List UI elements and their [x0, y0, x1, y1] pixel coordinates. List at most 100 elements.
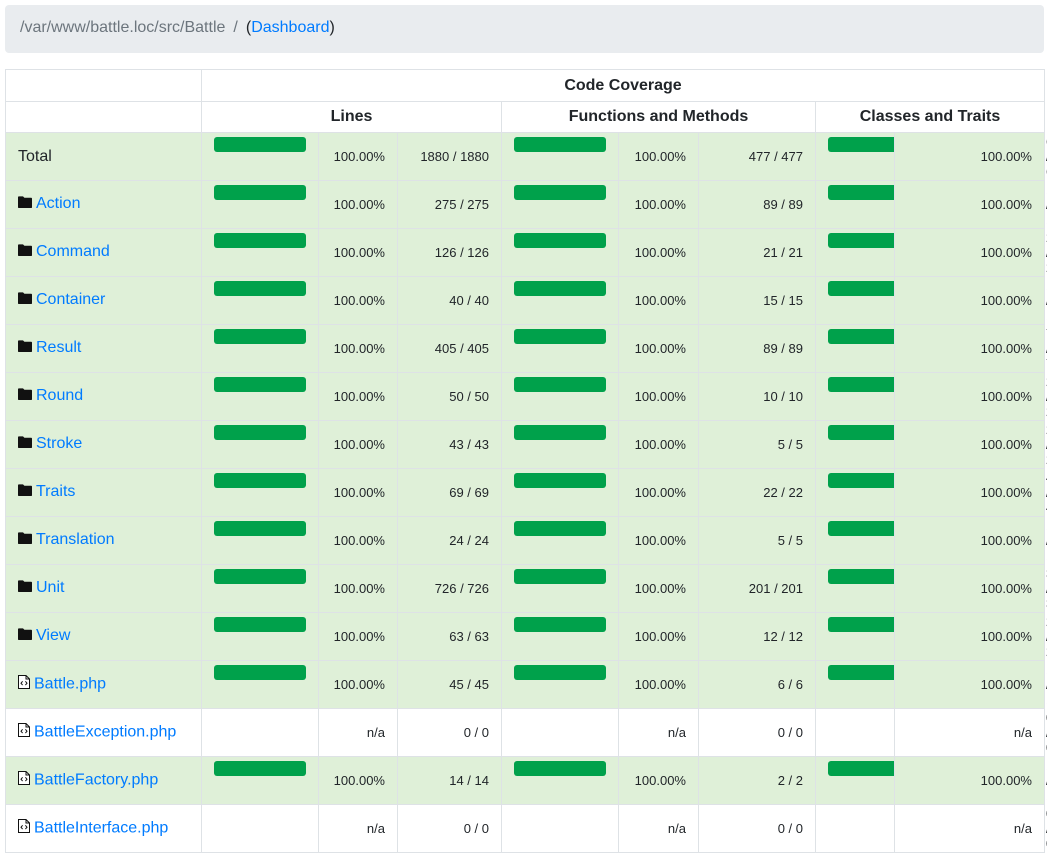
lines-count: 726 / 726 [397, 564, 502, 613]
row-name-cell: Round [5, 372, 202, 421]
lines-count: 0 / 0 [397, 804, 502, 853]
directory-link[interactable]: Container [36, 292, 105, 309]
lines-progress-bar [214, 377, 306, 392]
folder-icon [18, 387, 32, 405]
classes-percent: 100.00% [894, 372, 1045, 421]
lines-progress-bar [214, 473, 306, 488]
classes-percent: 100.00% [894, 516, 1045, 565]
lines-percent: n/a [318, 804, 398, 853]
functions-bar-cell [501, 276, 619, 325]
table-row: View100.00%63 / 63100.00%12 / 12100.00%2… [5, 612, 1047, 661]
functions-bar-cell [501, 660, 619, 709]
directory-link[interactable]: Translation [36, 532, 115, 549]
file-link[interactable]: Battle.php [34, 676, 106, 693]
functions-bar-cell [501, 612, 619, 661]
classes-percent: 100.00% [894, 468, 1045, 517]
table-row: Container 100.00% 40 / 40 100.00% 15 / 15 100… [5, 276, 1047, 325]
directory-link[interactable]: View [36, 628, 70, 645]
lines-bar-cell [201, 324, 319, 373]
classes-percent: 100.00% [894, 660, 1045, 709]
functions-progress-bar [514, 617, 606, 632]
folder-icon [18, 435, 32, 453]
file-link[interactable]: BattleException.php [34, 724, 176, 741]
lines-count: 63 / 63 [397, 612, 502, 661]
classes-bar-cell [815, 372, 920, 421]
file-link[interactable]: BattleInterface.php [34, 820, 168, 837]
functions-bar-cell [501, 804, 619, 853]
directory-link[interactable]: Command [36, 244, 110, 261]
classes-bar-cell [815, 468, 920, 517]
lines-bar-cell [201, 132, 319, 181]
classes-bar-cell [815, 324, 920, 373]
table-row: Command 100.00% 126 / 126 100.00% 21 / 21 100… [5, 228, 1047, 277]
folder-icon [18, 579, 32, 597]
functions-bar-cell [501, 180, 619, 229]
directory-link[interactable]: Unit [36, 580, 64, 597]
row-name-cell: BattleInterface.php [5, 804, 202, 853]
lines-count: 43 / 43 [397, 420, 502, 469]
functions-progress-bar [514, 425, 606, 440]
classes-bar-cell [815, 708, 895, 757]
lines-count: 69 / 69 [397, 468, 502, 517]
file-link[interactable]: BattleFactory.php [34, 772, 158, 789]
code-file-icon [18, 675, 30, 694]
functions-percent: 100.00% [618, 660, 699, 709]
folder-icon [18, 531, 32, 549]
classes-bar-cell [815, 132, 920, 181]
classes-bar-cell [815, 564, 920, 613]
row-name-cell: Container [5, 276, 202, 325]
functions-percent: 100.00% [618, 228, 699, 277]
table-row: BattleInterface.phpn/a0 / 0n/a0 / 0n/a0 … [5, 804, 1047, 853]
lines-percent: 100.00% [318, 516, 398, 565]
functions-progress-bar [514, 761, 606, 776]
functions-count: 22 / 22 [698, 468, 816, 517]
classes-bar-cell [815, 420, 920, 469]
table-row: BattleException.phpn/a0 / 0n/a0 / 0n/a0 … [5, 708, 1047, 757]
classes-bar-cell [815, 180, 920, 229]
dashboard-link[interactable]: Dashboard [251, 19, 329, 36]
functions-progress-bar [514, 665, 606, 680]
lines-progress-bar [214, 233, 306, 248]
lines-progress-bar [214, 329, 306, 344]
table-row: Traits 100.00% 69 / 69 100.00% 22 / 22 100.00… [5, 468, 1047, 517]
directory-link[interactable]: Stroke [36, 436, 82, 453]
functions-progress-bar [514, 137, 606, 152]
functions-percent: 100.00% [618, 276, 699, 325]
functions-count: 10 / 10 [698, 372, 816, 421]
lines-progress-bar [214, 617, 306, 632]
lines-progress-bar [214, 185, 306, 200]
code-coverage-header: Code Coverage [201, 69, 1045, 102]
functions-percent: 100.00% [618, 516, 699, 565]
functions-progress-bar [514, 185, 606, 200]
functions-progress-bar [514, 377, 606, 392]
row-name-cell: Command [5, 228, 202, 277]
folder-icon [18, 291, 32, 309]
classes-percent: 100.00% [894, 420, 1045, 469]
directory-link[interactable]: Action [36, 196, 80, 213]
classes-bar-cell [815, 612, 920, 661]
row-name-cell: Total [5, 132, 202, 181]
lines-bar-cell [201, 612, 319, 661]
total-row: Total 100.00% 1880 / 1880 100.00% 477 / 477 1… [5, 132, 1047, 181]
table-row: Round 100.00% 50 / 50 100.00% 10 / 10 100.00%… [5, 372, 1047, 421]
functions-count: 12 / 12 [698, 612, 816, 661]
code-file-icon [18, 723, 30, 742]
directory-link[interactable]: Result [36, 340, 81, 357]
row-name-cell: Traits [5, 468, 202, 517]
row-name-cell: Unit [5, 564, 202, 613]
functions-percent: 100.00% [618, 372, 699, 421]
functions-count: 6 / 6 [698, 660, 816, 709]
classes-percent: 100.00% [894, 180, 1045, 229]
functions-bar-cell [501, 564, 619, 613]
classes-bar-cell [815, 516, 920, 565]
lines-percent: 100.00% [318, 372, 398, 421]
directory-link[interactable]: Round [36, 388, 83, 405]
header-empty-cell [5, 69, 202, 102]
classes-bar-cell [815, 756, 920, 805]
lines-count: 0 / 0 [397, 708, 502, 757]
folder-icon [18, 339, 32, 357]
directory-link[interactable]: Traits [36, 484, 75, 501]
lines-percent: 100.00% [318, 564, 398, 613]
row-name-cell: Stroke [5, 420, 202, 469]
lines-header: Lines [201, 101, 502, 133]
